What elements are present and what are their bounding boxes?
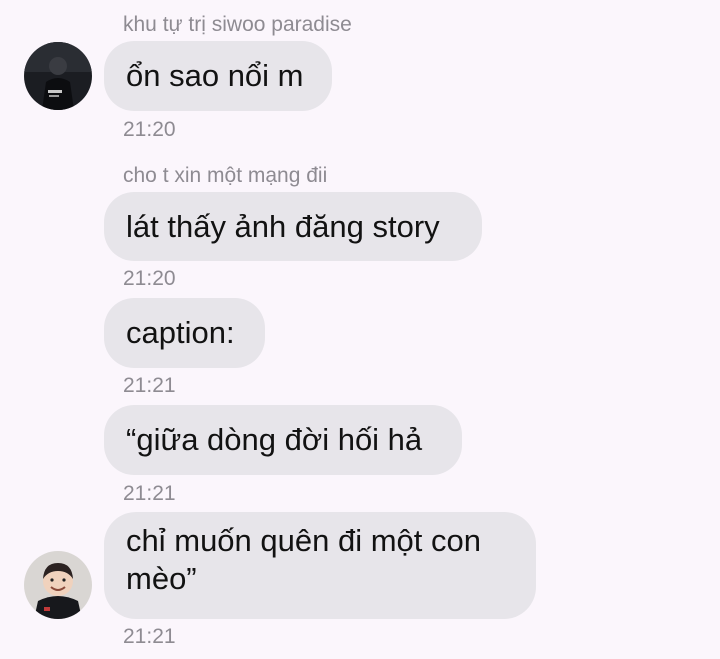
message-text: caption: <box>126 315 235 350</box>
message-text: “giữa dòng đời hối hả <box>126 422 423 457</box>
message-text: ổn sao nổi m <box>126 58 304 93</box>
message-text: lát thấy ảnh đăng story <box>126 208 440 244</box>
message-bubble[interactable]: lát thấy ảnh đăng story <box>104 192 482 261</box>
sender-name: cho t xin một mạng đii <box>123 164 328 187</box>
user-photo-icon <box>24 551 92 619</box>
sender-name: khu tự trị siwoo paradise <box>123 13 352 36</box>
message-timestamp: 21:21 <box>123 482 176 505</box>
message-bubble[interactable]: chỉ muốn quên đi một con mèo” <box>104 512 536 619</box>
message-bubble[interactable]: caption: <box>104 298 265 368</box>
avatar[interactable] <box>24 551 92 619</box>
message-text: chỉ muốn quên đi một con mèo” <box>126 523 481 596</box>
avatar[interactable] <box>24 42 92 110</box>
message-timestamp: 21:20 <box>123 118 176 141</box>
message-timestamp: 21:21 <box>123 625 176 648</box>
message-bubble[interactable]: ổn sao nổi m <box>104 41 332 111</box>
message-timestamp: 21:21 <box>123 374 176 397</box>
user-photo-icon <box>24 42 92 110</box>
message-bubble[interactable]: “giữa dòng đời hối hả <box>104 405 462 475</box>
message-timestamp: 21:20 <box>123 267 176 290</box>
